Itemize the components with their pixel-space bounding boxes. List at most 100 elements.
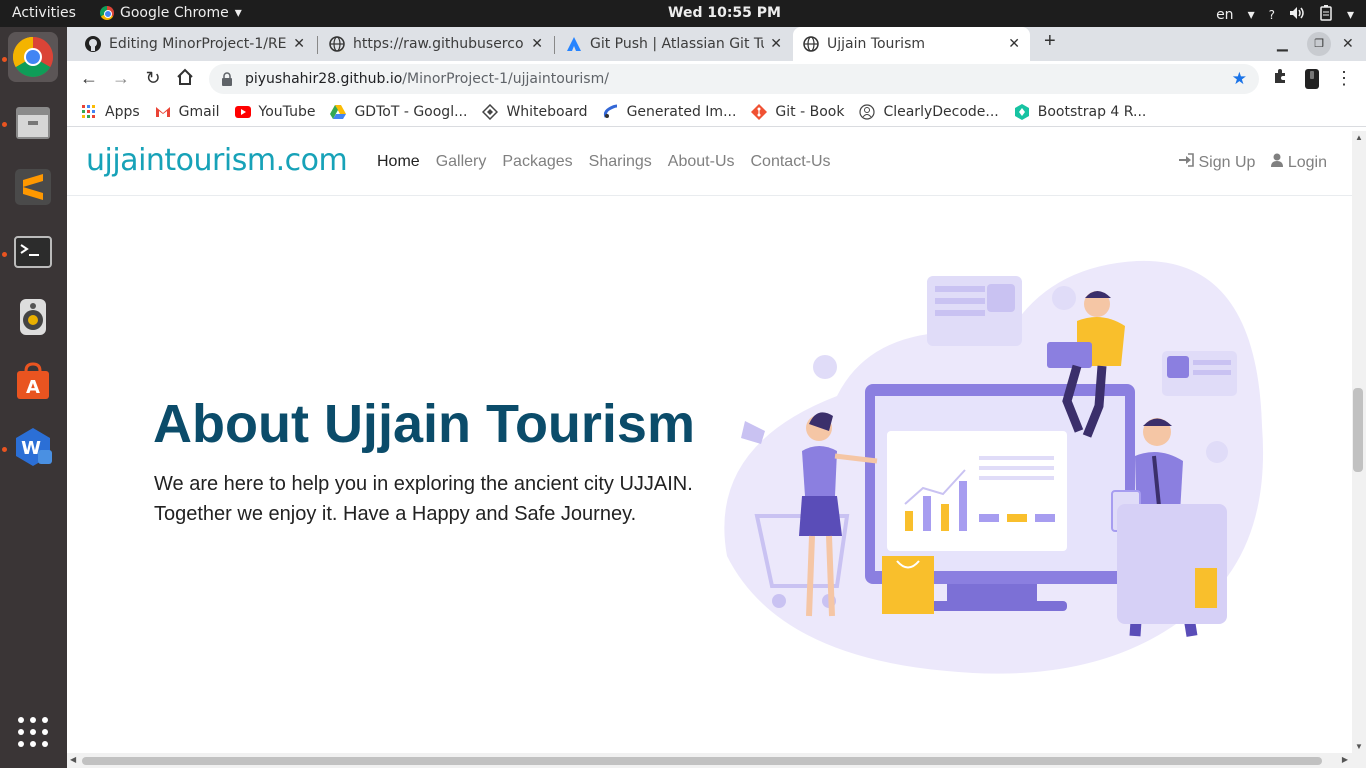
dock-wps[interactable]: W: [8, 422, 58, 472]
tab-label: Editing MinorProject-1/RE: [109, 36, 287, 52]
scroll-left-arrow-icon[interactable]: ◀: [70, 755, 76, 764]
scroll-right-arrow-icon[interactable]: ▶: [1342, 755, 1348, 764]
tab-raw-githubusercontent[interactable]: https://raw.githubuserco ✕: [319, 27, 553, 61]
clearlydecoded-icon: [859, 103, 876, 120]
restore-button[interactable]: ❐: [1307, 32, 1331, 56]
bookmark-youtube[interactable]: YouTube: [234, 103, 316, 120]
help-icon[interactable]: ?: [1269, 8, 1275, 22]
bookmark-label: Apps: [105, 103, 140, 120]
chevron-down-icon: ▾: [234, 5, 242, 21]
nav-link-sharings[interactable]: Sharings: [589, 153, 652, 171]
dock-software-center[interactable]: A: [8, 357, 58, 407]
url-path: /MinorProject-1/ujjaintourism/: [402, 71, 609, 87]
forward-button[interactable]: →: [110, 68, 132, 89]
dock-files[interactable]: [8, 97, 58, 147]
lock-icon: [222, 72, 232, 86]
clock[interactable]: Wed 10:55 PM: [668, 5, 781, 21]
nav-link-about-us[interactable]: About-Us: [668, 153, 735, 171]
app-menu[interactable]: Google Chrome ▾: [100, 5, 242, 21]
bookmark-label: ClearlyDecode...: [883, 103, 999, 120]
bookmark-label: Git - Book: [775, 103, 845, 120]
minimize-button[interactable]: ▁: [1277, 35, 1288, 52]
address-bar[interactable]: piyushahir28.github.io/MinorProject-1/uj…: [209, 64, 1259, 94]
close-window-button[interactable]: ✕: [1342, 35, 1354, 52]
nav-link-gallery[interactable]: Gallery: [436, 153, 487, 171]
bookmark-label: YouTube: [258, 103, 316, 120]
horizontal-scroll-thumb[interactable]: [82, 757, 1322, 765]
bookmark-apps[interactable]: Apps: [81, 104, 140, 120]
tab-git-push-atlassian[interactable]: Git Push | Atlassian Git Tu ✕: [556, 27, 792, 61]
vertical-scroll-thumb[interactable]: [1353, 388, 1363, 472]
site-navbar: ujjaintourism.com Home Gallery Packages …: [67, 131, 1352, 196]
close-icon[interactable]: ✕: [531, 36, 543, 52]
calculator: [1117, 504, 1227, 624]
bookmark-bootstrap[interactable]: Bootstrap 4 R...: [1014, 103, 1146, 120]
tab-divider: [317, 36, 318, 54]
bookmark-git-book[interactable]: Git - Book: [751, 103, 845, 120]
site-nav-links: Home Gallery Packages Sharings About-Us …: [377, 153, 831, 171]
chrome-icon: [100, 6, 114, 20]
gmail-icon: [155, 104, 171, 120]
login-label: Login: [1287, 154, 1327, 171]
chevron-down-icon: ▾: [1247, 7, 1255, 23]
login-link[interactable]: Login: [1271, 153, 1327, 172]
signup-link[interactable]: Sign Up: [1178, 153, 1255, 172]
reload-button[interactable]: ↻: [142, 68, 164, 89]
new-tab-button[interactable]: +: [1044, 30, 1056, 53]
bookmark-clearlydecoded[interactable]: ClearlyDecode...: [859, 103, 999, 120]
close-icon[interactable]: ✕: [1008, 36, 1020, 52]
close-icon[interactable]: ✕: [770, 36, 782, 52]
app-grid-icon: [18, 717, 48, 747]
bookmark-whiteboard[interactable]: Whiteboard: [482, 103, 588, 120]
back-button[interactable]: ←: [78, 68, 100, 89]
bookmark-generated-images[interactable]: Generated Im...: [603, 104, 736, 120]
bookmark-label: GDToT - Googl...: [354, 103, 468, 120]
running-indicator: [2, 57, 7, 62]
chrome-menu-icon[interactable]: ⋮: [1333, 68, 1355, 89]
system-tray[interactable]: en ▾ ? ▾: [1216, 5, 1354, 25]
wps-office-icon: W: [16, 428, 52, 466]
site-brand-logo[interactable]: ujjaintourism.com: [86, 143, 348, 178]
running-indicator: [2, 252, 7, 257]
bookmark-gmail[interactable]: Gmail: [155, 104, 220, 120]
audio-player-icon: [20, 299, 46, 335]
dock-audio-player[interactable]: [8, 292, 58, 342]
online-shopping-illustration: [724, 260, 1264, 674]
bookmark-gdtot[interactable]: GDToT - Googl...: [330, 104, 467, 120]
nav-link-home[interactable]: Home: [377, 153, 420, 171]
tab-label: Ujjain Tourism: [827, 36, 926, 52]
apps-grid-icon: [81, 104, 97, 120]
battery-icon[interactable]: [1319, 5, 1333, 25]
nav-link-packages[interactable]: Packages: [502, 153, 572, 171]
tab-strip: Editing MinorProject-1/RE ✕ https://raw.…: [67, 27, 1366, 61]
extensions-icon[interactable]: [1269, 68, 1291, 89]
play-bubble-icon: [813, 355, 837, 379]
activities-button[interactable]: Activities: [12, 5, 76, 21]
volume-icon[interactable]: [1289, 6, 1305, 24]
bookmark-label: Whiteboard: [506, 103, 588, 120]
site-auth-links: Sign Up Login: [1178, 153, 1327, 172]
chat-bubble-cart-left: [927, 276, 1022, 346]
bookmark-star-icon[interactable]: ★: [1232, 69, 1247, 89]
dock-terminal[interactable]: [8, 227, 58, 277]
nav-link-contact-us[interactable]: Contact-Us: [751, 153, 831, 171]
home-button[interactable]: [174, 68, 196, 91]
scroll-up-arrow-icon[interactable]: ▲: [1355, 133, 1363, 142]
hero-text-line-2: Together we enjoy it. Have a Happy and S…: [154, 503, 637, 525]
globe-icon: [329, 36, 345, 52]
scroll-down-arrow-icon[interactable]: ▼: [1355, 742, 1363, 751]
tab-ujjain-tourism[interactable]: Ujjain Tourism ✕: [793, 27, 1030, 61]
chrome-icon: [13, 37, 53, 77]
language-indicator[interactable]: en: [1216, 7, 1234, 23]
running-indicator: [2, 122, 7, 127]
user-icon: [1271, 153, 1284, 167]
tab-editing-minorproject[interactable]: Editing MinorProject-1/RE ✕: [75, 27, 315, 61]
atlassian-icon: [567, 37, 581, 51]
dock-sublime[interactable]: [8, 162, 58, 212]
globe-icon: [803, 36, 819, 52]
dock-chrome[interactable]: [8, 32, 58, 82]
dock-show-apps[interactable]: [8, 707, 58, 757]
close-icon[interactable]: ✕: [293, 36, 305, 52]
whiteboard-icon: [482, 103, 499, 120]
profile-avatar[interactable]: [1301, 68, 1323, 95]
